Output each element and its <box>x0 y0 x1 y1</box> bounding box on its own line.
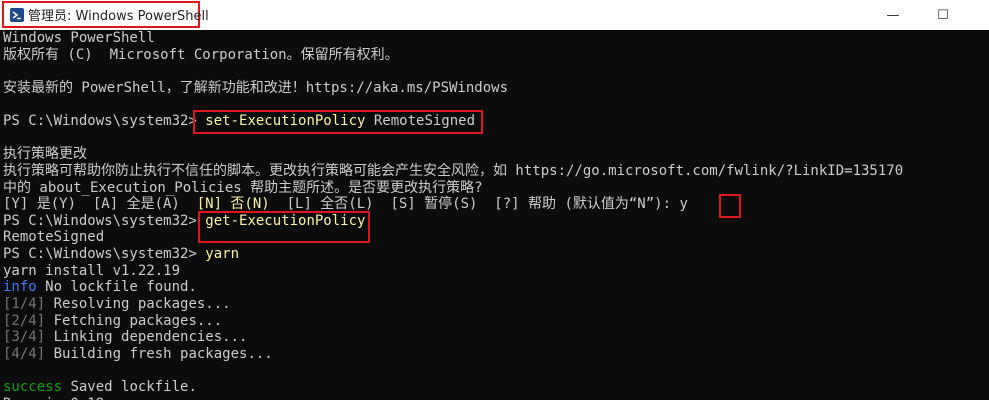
console-segment: PS C:\Windows\system32> <box>3 213 206 229</box>
console-segment: yarn <box>205 246 240 262</box>
console-segment: 安装最新的 PowerShell，了解新功能和改进！https://aka.ms… <box>3 80 509 96</box>
console-line: Done in 0.19s. <box>3 396 121 400</box>
console-segment: Building fresh packages... <box>45 346 273 362</box>
console-segment: Done in 0.19s. <box>3 396 121 400</box>
console-line: 中的 about_Execution_Policies 帮助主题所述。是否要更改… <box>3 180 483 196</box>
console-segment: Linking dependencies... <box>45 329 248 345</box>
console-segment: [1/4] <box>3 296 46 312</box>
console-line: 执行策略可帮助你防止执行不信任的脚本。更改执行策略可能会产生安全风险，如 htt… <box>3 163 903 179</box>
title-bar[interactable]: 管理员: Windows PowerShell — ☐ <box>0 0 989 30</box>
minimize-button[interactable]: — <box>870 0 916 30</box>
console-segment: PS C:\Windows\system32> <box>3 246 206 262</box>
console-segment: [L] 全否(L) [S] 暂停(S) [?] 帮助 (默认值为“N”): y <box>269 196 688 212</box>
console-segment: Fetching packages... <box>45 313 223 329</box>
highlight-set-executionpolicy <box>193 110 483 134</box>
console-segment: 版权所有 (C) Microsoft Corporation。保留所有权利。 <box>3 47 399 63</box>
console-line: success Saved lockfile. <box>3 379 197 395</box>
console-line: PS C:\Windows\system32> yarn <box>3 246 239 262</box>
title-highlight: 管理员: Windows PowerShell <box>2 1 209 28</box>
console-output[interactable]: Done in 0.19s.success Saved lockfile. [4/… <box>0 30 989 400</box>
console-segment: RemoteSigned <box>3 229 105 245</box>
console-segment: [N] 否(N) <box>196 196 270 212</box>
console-line: RemoteSigned <box>3 229 104 245</box>
window-title: 管理员: Windows PowerShell <box>28 9 209 24</box>
console-segment: PS C:\Windows\system32> <box>3 113 206 129</box>
minimize-icon: — <box>886 7 900 23</box>
console-segment: Saved lockfile. <box>62 379 197 395</box>
console-line: info No lockfile found. <box>3 279 197 295</box>
powershell-window: 管理员: Windows PowerShell — ☐ Done in 0.19… <box>0 0 989 400</box>
highlight-get-executionpolicy <box>198 211 370 243</box>
maximize-button[interactable]: ☐ <box>920 0 966 30</box>
console-segment: [Y] 是(Y) [A] 全是(A) <box>3 196 197 212</box>
console-segment: [3/4] <box>3 329 46 345</box>
console-segment: Resolving packages... <box>45 296 231 312</box>
powershell-icon <box>10 7 24 22</box>
console-line: [4/4] Building fresh packages... <box>3 346 273 362</box>
console-segment: success <box>3 379 63 395</box>
console-line: 安装最新的 PowerShell，了解新功能和改进！https://aka.ms… <box>3 80 508 96</box>
console-segment: yarn install v1.22.19 <box>3 263 181 279</box>
maximize-icon: ☐ <box>937 7 949 23</box>
console-line: 执行策略更改 <box>3 146 87 162</box>
console-line: Windows PowerShell <box>3 30 155 46</box>
highlight-answer-y <box>719 194 741 218</box>
console-line: [2/4] Fetching packages... <box>3 313 222 329</box>
console-line: [1/4] Resolving packages... <box>3 296 231 312</box>
console-segment: [4/4] <box>3 346 46 362</box>
console-segment: 执行策略更改 <box>3 146 87 162</box>
console-line: [Y] 是(Y) [A] 全是(A) [N] 否(N) [L] 全否(L) [S… <box>3 196 688 212</box>
console-line: 版权所有 (C) Microsoft Corporation。保留所有权利。 <box>3 47 399 63</box>
console-segment: 执行策略可帮助你防止执行不信任的脚本。更改执行策略可能会产生安全风险，如 htt… <box>3 163 904 179</box>
console-segment: No lockfile found. <box>36 279 197 295</box>
console-line: [3/4] Linking dependencies... <box>3 329 247 345</box>
console-segment: info <box>3 279 37 295</box>
console-line: yarn install v1.22.19 <box>3 263 180 279</box>
console-segment: 中的 about_Execution_Policies 帮助主题所述。是否要更改… <box>3 180 483 196</box>
console-segment: Windows PowerShell <box>3 30 155 46</box>
console-segment: [2/4] <box>3 313 46 329</box>
